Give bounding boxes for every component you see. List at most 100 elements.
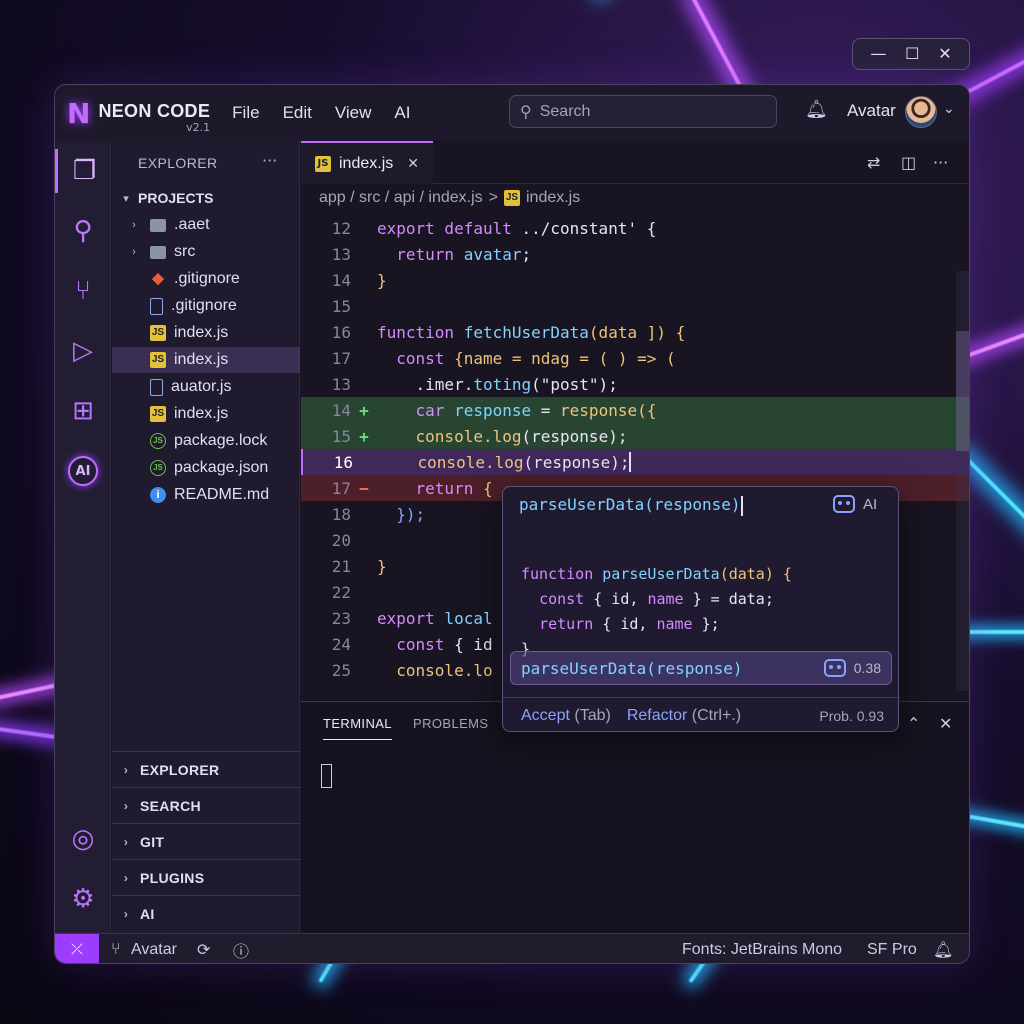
remote-icon[interactable]: ⤫ <box>55 933 99 963</box>
section-label: PLUGINS <box>140 869 205 886</box>
menu-edit[interactable]: Edit <box>283 103 312 123</box>
sync-icon[interactable]: ⟳ <box>197 940 210 960</box>
tree-item-file[interactable]: i README.md <box>112 482 300 508</box>
breadcrumb-path[interactable]: app / src / api / index.js <box>319 189 483 207</box>
robot-icon <box>823 659 846 677</box>
tree-item-label: .gitignore <box>174 270 240 287</box>
line-number: 20 <box>331 530 351 550</box>
app-logo: N <box>67 96 91 130</box>
search-box[interactable]: ⚲ <box>509 95 777 128</box>
robot-icon <box>833 495 855 513</box>
tree-item-label: .gitignore <box>171 297 237 314</box>
tree-root-projects[interactable]: ▾ PROJECTS <box>112 185 300 211</box>
line-number: 22 <box>331 582 351 602</box>
tree-item-folder[interactable]: › .aaet <box>112 212 300 238</box>
accept-button[interactable]: Accept (Tab) <box>521 707 611 725</box>
ai-assistant-button[interactable]: AI <box>55 449 111 493</box>
settings-gear-icon[interactable]: ⚙ <box>55 877 111 921</box>
menu-view[interactable]: View <box>335 103 372 123</box>
bell-icon[interactable]: 🔔︎ <box>805 99 828 120</box>
tree-item-file[interactable]: JS package.lock <box>112 428 300 454</box>
code-line: 13 return avatar; <box>301 241 969 267</box>
compare-changes-icon[interactable]: ⇄ <box>867 153 880 172</box>
terminal-cursor[interactable] <box>321 764 332 788</box>
diff-remove-marker: − <box>359 478 369 498</box>
section-plugins[interactable]: › PLUGINS <box>112 859 300 895</box>
tree-item-file-selected[interactable]: JS index.js <box>112 347 300 373</box>
search-input[interactable] <box>539 102 760 121</box>
tree-item-file[interactable]: .gitignore <box>112 293 300 319</box>
ai-label: AI <box>863 495 878 513</box>
tree-item-file[interactable]: auator.js <box>112 374 300 400</box>
text-caret <box>740 495 743 516</box>
maximize-panel-icon[interactable]: ⌃ <box>907 714 920 733</box>
chevron-down-icon[interactable]: ⌄ <box>943 101 955 117</box>
line-number: 21 <box>331 556 351 576</box>
score-value: 0.38 <box>853 660 881 676</box>
brand: NEON CODE v2.1 <box>98 101 210 134</box>
chevron-right-icon: › <box>123 762 129 777</box>
run-debug-icon[interactable]: ▷ <box>55 329 111 373</box>
more-actions-icon[interactable]: ··· <box>262 151 277 170</box>
status-fonts[interactable]: Fonts: JetBrains Mono <box>682 941 842 959</box>
chevron-down-icon: ▾ <box>123 192 129 205</box>
suggestion-item[interactable]: parseUserData(response) 0.38 <box>510 651 892 685</box>
section-search[interactable]: › SEARCH <box>112 787 300 823</box>
close-icon[interactable]: ✕ <box>407 156 419 172</box>
chevron-right-icon: › <box>123 870 129 885</box>
status-font2[interactable]: SF Pro <box>867 941 917 959</box>
files-icon[interactable]: ❐ <box>55 149 111 193</box>
accept-label: Accept <box>521 706 570 724</box>
maximize-button[interactable]: ☐ <box>905 46 919 62</box>
split-editor-icon[interactable]: ◫ <box>901 153 916 172</box>
source-control-icon[interactable]: ⑂ <box>55 269 111 313</box>
ai-autocomplete-popup: parseUserData(response) AI function pars… <box>502 486 900 732</box>
account-icon[interactable]: ◎ <box>55 817 111 861</box>
search-icon: ⚲ <box>520 102 532 121</box>
js-file-icon: JS <box>315 155 331 172</box>
more-actions-icon[interactable]: ··· <box>933 153 948 172</box>
suggestion-preview: function parseUserData(data) { const { i… <box>521 537 792 712</box>
info-icon: i <box>150 487 166 503</box>
menu-file[interactable]: File <box>232 103 259 123</box>
tab-problems[interactable]: PROBLEMS <box>413 716 488 731</box>
search-icon[interactable]: ⚲ <box>55 209 111 253</box>
close-window-button[interactable]: ✕ <box>938 46 951 62</box>
user-name[interactable]: Avatar <box>847 101 896 121</box>
tree-root-label: PROJECTS <box>138 190 214 206</box>
chevron-right-icon: › <box>123 834 129 849</box>
section-git[interactable]: › GIT <box>112 823 300 859</box>
status-bar: ⤫ ⑂ Avatar ⟳ ⓘ Fonts: JetBrains Mono SF … <box>55 933 969 963</box>
avatar[interactable] <box>905 96 937 128</box>
close-panel-icon[interactable]: ✕ <box>939 714 952 733</box>
scrollbar-thumb[interactable] <box>956 331 969 451</box>
line-number: 17 <box>331 478 351 498</box>
extensions-icon[interactable]: ⊞ <box>55 389 111 433</box>
refactor-label: Refactor <box>626 706 688 724</box>
branch-icon[interactable]: ⑂ <box>111 941 121 959</box>
code-line: 17 const {name = ndag = ( ) => ( <box>301 345 969 371</box>
section-label: SEARCH <box>140 797 201 814</box>
tree-item-folder[interactable]: › src <box>112 239 300 265</box>
help-icon[interactable]: ⓘ <box>233 938 249 962</box>
tree-item-file[interactable]: ◆ .gitignore <box>112 266 300 292</box>
tab-index-js[interactable]: JS index.js ✕ <box>301 141 433 184</box>
status-branch[interactable]: Avatar <box>131 941 177 959</box>
tab-bar: JS index.js ✕ ⇄ ◫ ··· <box>301 141 969 184</box>
section-ai[interactable]: › AI <box>112 895 300 931</box>
tab-terminal[interactable]: TERMINAL <box>323 716 392 740</box>
line-number: 14 <box>331 400 351 420</box>
breadcrumb-file[interactable]: index.js <box>526 189 580 207</box>
tree-item-file[interactable]: JS package.json <box>112 455 300 481</box>
tree-item-file[interactable]: JS index.js <box>112 320 300 346</box>
menu-ai[interactable]: AI <box>394 103 410 123</box>
tree-item-file[interactable]: JS index.js <box>112 401 300 427</box>
refactor-button[interactable]: Refactor (Ctrl+.) <box>627 707 741 725</box>
minimize-button[interactable]: — <box>870 46 886 62</box>
section-explorer[interactable]: › EXPLORER <box>112 751 300 787</box>
autocomplete-input[interactable]: parseUserData(response) <box>519 495 743 516</box>
notifications-icon[interactable]: 🔔︎ <box>933 940 953 960</box>
diff-add-marker: + <box>359 426 369 446</box>
code-line: 16 function fetchUserData (data ]) { <box>301 319 969 345</box>
code-line: 15 <box>301 293 969 319</box>
